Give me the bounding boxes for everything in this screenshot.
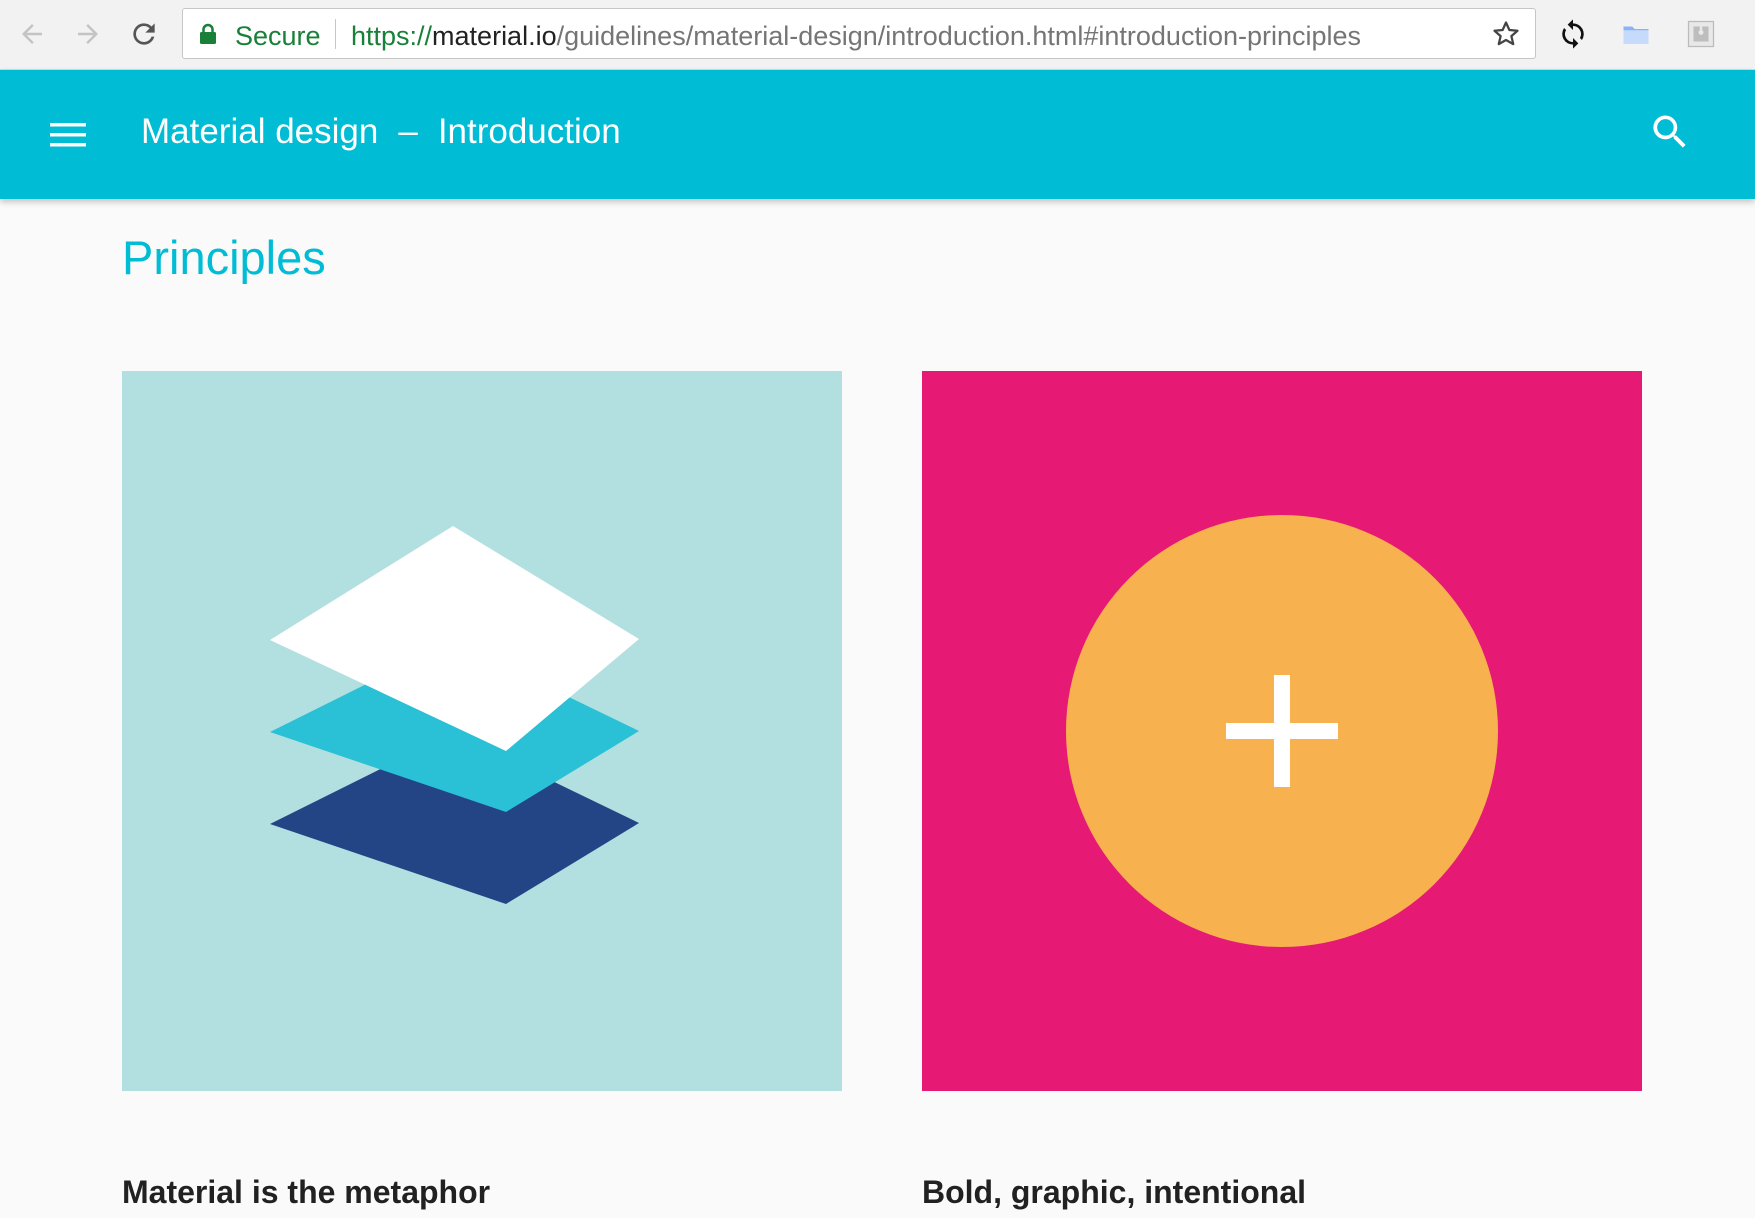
title-separator: – [398, 112, 418, 151]
reload-icon [133, 23, 155, 45]
url-host: material.io [432, 21, 557, 51]
lock-icon [199, 23, 217, 50]
sync-extension-button[interactable] [1553, 14, 1593, 54]
url-text[interactable]: https://material.io/guidelines/material-… [351, 21, 1361, 52]
omnibox-divider [335, 19, 336, 49]
card-heading-bold: Bold, graphic, intentional [922, 1174, 1306, 1210]
folder-extension-button[interactable] [1616, 14, 1656, 54]
sync-icon [1562, 19, 1584, 49]
address-bar[interactable]: Secure https://material.io/guidelines/ma… [182, 8, 1536, 59]
search-icon[interactable] [1648, 110, 1692, 159]
puzzle-icon [1687, 20, 1715, 48]
back-button[interactable] [12, 14, 52, 54]
add-circle-icon [1066, 515, 1498, 947]
section-title: Principles [122, 231, 326, 284]
folder-icon [1623, 26, 1649, 44]
card-heading-metaphor: Material is the metaphor [122, 1174, 491, 1210]
forward-button[interactable] [68, 14, 108, 54]
forward-arrow-icon [78, 24, 98, 44]
browser-toolbar: Secure https://material.io/guidelines/ma… [0, 0, 1755, 70]
reload-button[interactable] [124, 14, 164, 54]
back-arrow-icon [22, 24, 42, 44]
menu-icon[interactable] [48, 120, 88, 155]
url-path: /guidelines/material-design/introduction… [556, 21, 1362, 51]
stacked-layers-icon [270, 526, 639, 904]
app-bar-title: Material design – Introduction [141, 112, 621, 152]
url-scheme: https:// [351, 21, 433, 51]
title-page: Introduction [437, 112, 621, 151]
star-icon[interactable] [1491, 19, 1521, 54]
title-section: Material design [141, 112, 379, 151]
secure-label: Secure [235, 21, 321, 51]
puzzle-extension-button[interactable] [1681, 14, 1721, 54]
app-bar: Material design – Introduction [0, 70, 1755, 199]
card-image-metaphor [122, 371, 842, 1091]
card-image-bold [922, 371, 1642, 1091]
